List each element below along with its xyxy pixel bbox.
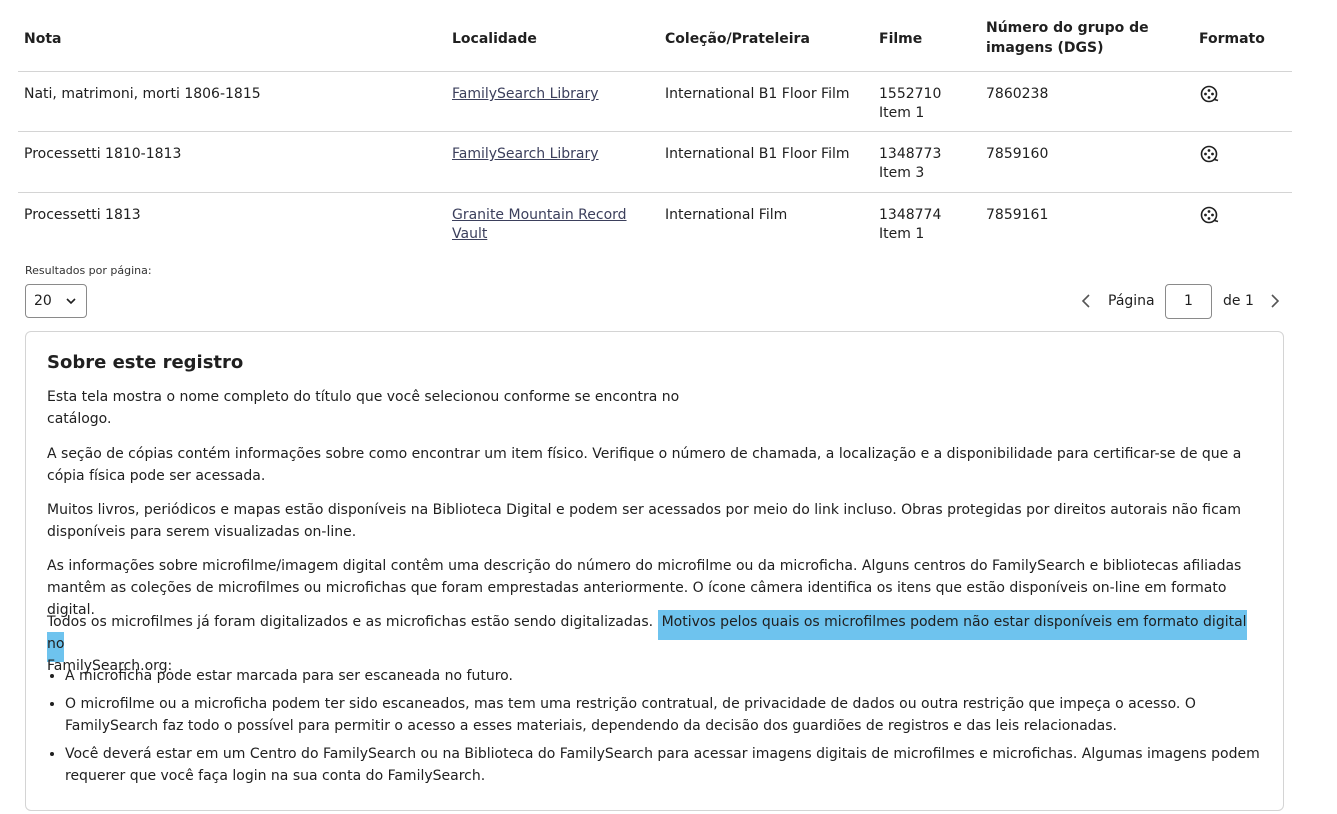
page-input[interactable]: 1 [1165,284,1212,319]
per-page-value: 20 [34,293,52,309]
list-item: O microfilme ou a microficha podem ter s… [65,693,1265,737]
col-filme: Filme [879,31,923,47]
row-filme: 1552710 Item 1 [879,85,941,123]
row-colecao: International B1 Floor Film [665,146,850,162]
chevron-down-icon [66,298,76,305]
table-row: Processetti 1810-1813 FamilySearch Libra… [18,132,1292,193]
per-page-select[interactable]: 20 [25,284,87,318]
localidade-link[interactable]: FamilySearch Library [452,86,599,102]
col-dgs-line1: Número do grupo de [986,20,1149,36]
page-total: de 1 [1223,293,1254,309]
row-localidade: Granite Mountain Record Vault [452,206,627,244]
list-item: Você deverá estar em um Centro do Family… [65,743,1265,787]
row-dgs: 7859160 [986,146,1049,162]
row-localidade: FamilySearch Library [452,145,599,164]
about-p5-start: Todos os microfilmes já foram digitaliza… [47,614,654,630]
chevron-left-icon[interactable] [1078,292,1094,310]
row-nota: Processetti 1813 [24,207,141,223]
row-nota: Processetti 1810-1813 [24,146,182,162]
table-row: Nati, matrimoni, morti 1806-1815 FamilyS… [18,72,1292,132]
localidade-link[interactable]: Granite Mountain Record Vault [452,207,627,242]
row-filme: 1348774 Item 1 [879,206,941,244]
row-colecao: International Film [665,207,788,223]
col-formato: Formato [1199,31,1265,47]
col-dgs: Número do grupo de imagens (DGS) [986,18,1149,58]
film-reel-icon[interactable] [1200,206,1220,226]
col-dgs-line2: imagens (DGS) [986,40,1104,56]
localidade-line1: Granite Mountain Record [452,207,627,223]
table-row: Processetti 1813 Granite Mountain Record… [18,193,1292,247]
film-item: Item 3 [879,165,925,181]
table-header: Nota Localidade Coleção/Prateleira Filme… [18,8,1292,72]
film-reel-icon[interactable] [1200,85,1220,105]
about-paragraph-3: Muitos livros, periódicos e mapas estão … [47,502,1241,540]
col-localidade: Localidade [452,31,537,47]
row-localidade: FamilySearch Library [452,85,599,104]
about-paragraph-1: Esta tela mostra o nome completo do títu… [47,386,1259,430]
localidade-link[interactable]: FamilySearch Library [452,146,599,162]
page-label: Página [1108,293,1155,309]
row-colecao: International B1 Floor Film [665,86,850,102]
col-colecao: Coleção/Prateleira [665,31,810,47]
records-table: Nota Localidade Coleção/Prateleira Filme… [18,8,1292,247]
film-reel-icon[interactable] [1200,145,1220,165]
list-item: A microficha pode estar marcada para ser… [65,665,1265,687]
film-number: 1552710 [879,86,942,102]
about-record-panel: Sobre este registro Esta tela mostra o n… [25,331,1284,811]
film-item: Item 1 [879,105,925,121]
row-nota: Nati, matrimoni, morti 1806-1815 [24,86,261,102]
film-number: 1348773 [879,146,942,162]
film-item: Item 1 [879,226,925,242]
row-dgs: 7859161 [986,207,1049,223]
row-dgs: 7860238 [986,86,1049,102]
about-p1-line1: Esta tela mostra o nome completo do títu… [47,389,680,405]
localidade-line2: Vault [452,226,488,242]
about-paragraph-2: A seção de cópias contém informações sob… [47,446,1242,484]
reasons-list: A microficha pode estar marcada para ser… [47,665,1265,793]
chevron-right-icon[interactable] [1267,292,1283,310]
about-p1-line2: catálogo. [47,411,112,427]
about-title: Sobre este registro [47,352,244,373]
row-filme: 1348773 Item 3 [879,145,941,183]
per-page-label: Resultados por página: [25,264,152,277]
film-number: 1348774 [879,207,942,223]
col-nota: Nota [24,31,62,47]
